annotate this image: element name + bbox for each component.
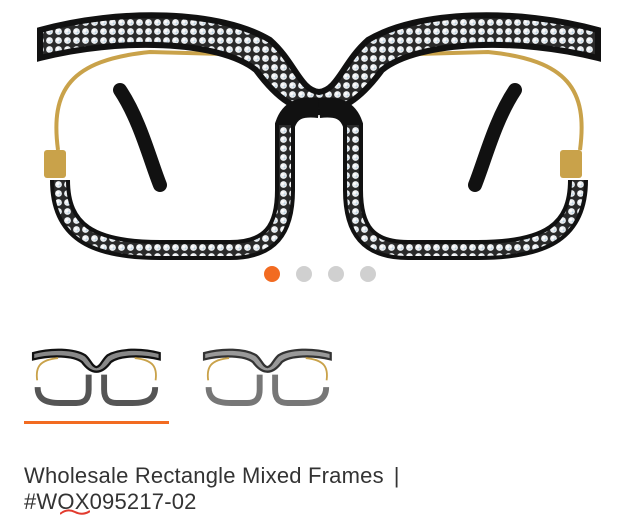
title-separator: | (393, 463, 400, 488)
glasses-thumbnail-image (202, 348, 332, 406)
carousel-dot-4[interactable] (359, 266, 376, 282)
thumbnail-selected-indicator (24, 421, 169, 424)
glasses-thumbnail-image (31, 348, 161, 406)
carousel-dots (0, 266, 639, 282)
carousel-dot-3[interactable] (327, 266, 344, 282)
product-title: Wholesale Rectangle Mixed Frames | #WOX09… (24, 463, 624, 515)
glasses-image (37, 12, 601, 260)
spellcheck-underline (60, 509, 90, 515)
product-sku: #WOX095217-02 (24, 489, 197, 514)
product-image[interactable] (0, 0, 639, 262)
carousel-dot-2[interactable] (295, 266, 312, 282)
thumbnail-strip (24, 330, 340, 424)
thumbnail-1[interactable] (24, 330, 169, 424)
product-name: Wholesale Rectangle Mixed Frames (24, 463, 384, 488)
carousel-dot-1[interactable] (263, 266, 280, 282)
thumbnail-2[interactable] (195, 330, 340, 422)
